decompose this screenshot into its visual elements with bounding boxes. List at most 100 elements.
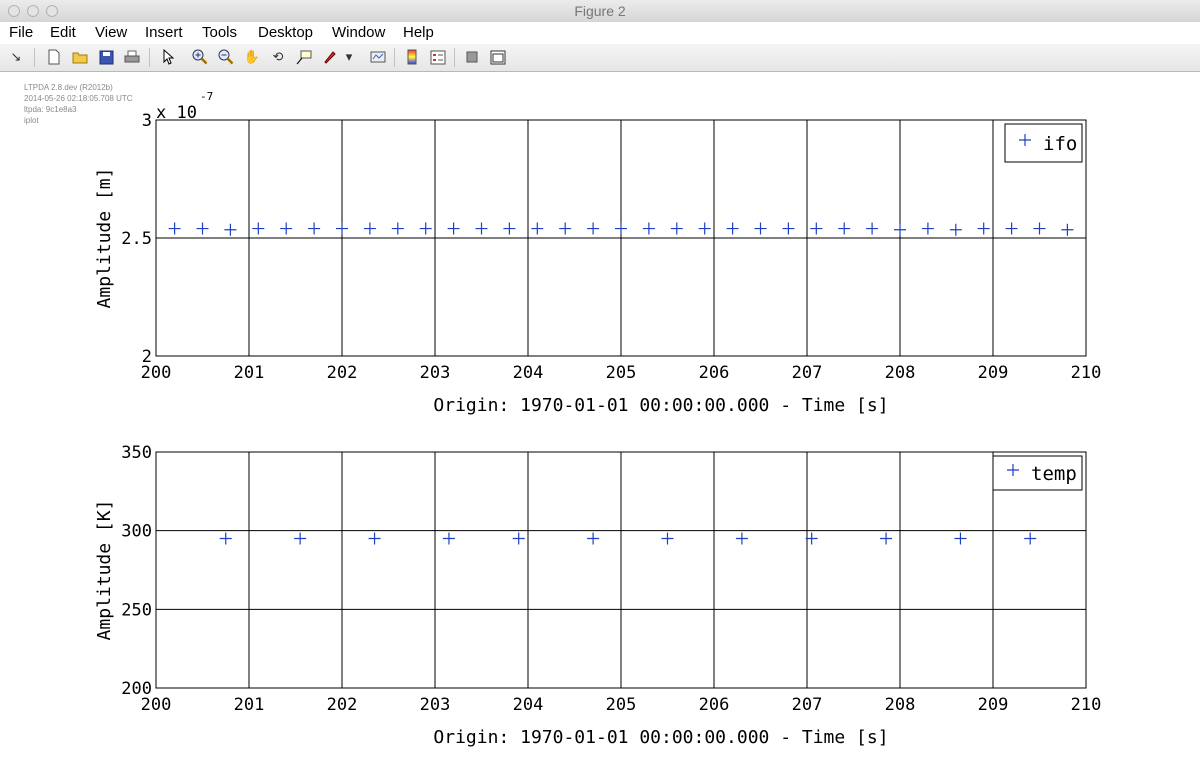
toolbar-separator (454, 48, 455, 67)
data-point-marker (894, 223, 906, 236)
x-tick-label: 203 (420, 695, 451, 715)
legend: temp (992, 455, 1083, 491)
y-tick-label: 350 (121, 443, 152, 463)
link-plot-icon[interactable] (369, 48, 387, 66)
x-tick-label: 201 (234, 695, 265, 715)
x-tick-label: 205 (606, 695, 637, 715)
data-point-marker (949, 223, 962, 236)
x-tick-label: 210 (1071, 695, 1102, 715)
data-point-marker (503, 222, 516, 235)
data-point-marker (921, 222, 934, 235)
data-point-marker (1061, 223, 1074, 236)
data-point-marker (642, 222, 655, 235)
menu-bar: File Edit View Insert Tools Desktop Wind… (0, 22, 1200, 45)
plot-axes-2: 200 201 202 203 204 205 206 207 208 209 2102002503… (94, 443, 1101, 748)
legend: ifo (1004, 123, 1083, 163)
open-file-icon[interactable] (71, 48, 89, 66)
hide-plot-tools-icon[interactable] (463, 48, 481, 66)
data-point-marker (391, 222, 404, 235)
toolbar-separator (394, 48, 395, 67)
x-tick-label: 206 (699, 695, 730, 715)
legend-label: ifo (1043, 133, 1077, 155)
data-point-marker (698, 222, 711, 235)
data-point-marker (661, 532, 674, 545)
data-point-marker (363, 222, 376, 235)
data-cursor-icon[interactable] (295, 48, 313, 66)
data-point-marker (447, 222, 460, 235)
y-tick-label: 200 (121, 679, 152, 699)
data-point-marker (336, 222, 348, 235)
zoom-out-icon[interactable] (217, 48, 235, 66)
menu-view[interactable]: View (95, 24, 127, 41)
figure-toolbar: ↘ ✋ ⟲ ▾ (0, 44, 1200, 72)
x-tick-label: 208 (885, 363, 916, 383)
data-point-marker (531, 222, 544, 235)
data-point-marker (977, 222, 990, 235)
x-tick-label: 209 (978, 695, 1009, 715)
x-tick-label: 202 (327, 695, 358, 715)
figure-canvas: LTPDA 2.8.dev (R2012b) 2014-05-26 02:18:… (0, 72, 1200, 773)
pan-hand-icon[interactable]: ✋ (243, 48, 261, 66)
data-point-marker (368, 532, 381, 545)
data-point-marker (954, 532, 967, 545)
data-point-marker (252, 222, 265, 235)
x-tick-label: 204 (513, 695, 544, 715)
menu-edit[interactable]: Edit (50, 24, 76, 41)
menu-tools[interactable]: Tools (202, 24, 237, 41)
print-icon[interactable] (123, 48, 141, 66)
data-point-marker (735, 532, 748, 545)
select-pointer-icon[interactable] (159, 48, 177, 66)
data-point-marker (1005, 222, 1018, 235)
x-tick-label: 203 (420, 363, 451, 383)
menu-file[interactable]: File (9, 24, 33, 41)
data-point-marker (1033, 222, 1046, 235)
brush-dropdown-icon[interactable]: ▾ (343, 48, 355, 66)
zoom-in-icon[interactable] (191, 48, 209, 66)
data-point-marker (224, 223, 237, 236)
y-exponent-base: x 10 (156, 103, 197, 123)
data-point-marker (219, 532, 232, 545)
data-point-marker (475, 222, 488, 235)
data-point-marker (168, 222, 181, 235)
x-tick-label: 205 (606, 363, 637, 383)
data-point-marker (587, 222, 600, 235)
window-titlebar: Figure 2 (0, 0, 1200, 23)
data-point-marker (419, 222, 432, 235)
menu-insert[interactable]: Insert (145, 24, 183, 41)
y-tick-label: 2.5 (121, 229, 152, 249)
show-plot-tools-icon[interactable] (489, 48, 507, 66)
colorbar-icon[interactable] (403, 48, 421, 66)
data-point-marker (196, 222, 209, 235)
arrow-icon[interactable]: ↘ (7, 48, 25, 66)
menu-help[interactable]: Help (403, 24, 434, 41)
plot-axes-1: 200 201 202 203 204 205 206 207 208 209 21022.53Or… (94, 90, 1101, 416)
new-figure-icon[interactable] (45, 48, 63, 66)
x-tick-label: 206 (699, 363, 730, 383)
menu-window[interactable]: Window (332, 24, 385, 41)
y-axis-label: Amplitude [K] (94, 500, 115, 641)
data-point-marker (559, 222, 572, 235)
brush-icon[interactable] (321, 48, 339, 66)
x-tick-label: 207 (792, 695, 823, 715)
x-tick-label: 202 (327, 363, 358, 383)
data-point-marker (838, 222, 851, 235)
save-icon[interactable] (97, 48, 115, 66)
data-point-marker (615, 222, 627, 235)
x-tick-label: 208 (885, 695, 916, 715)
legend-label: temp (1031, 463, 1077, 485)
data-point-marker (280, 222, 293, 235)
menu-desktop[interactable]: Desktop (258, 24, 313, 41)
y-tick-label: 2 (142, 347, 152, 367)
window-title: Figure 2 (574, 3, 626, 19)
data-point-marker (308, 222, 321, 235)
x-tick-label: 210 (1071, 363, 1102, 383)
legend-icon[interactable] (429, 48, 447, 66)
y-exponent-power: -7 (200, 90, 213, 103)
x-tick-label: 201 (234, 363, 265, 383)
x-tick-label: 209 (978, 363, 1009, 383)
x-axis-label: Origin: 1970-01-01 00:00:00.000 - Time [… (433, 727, 888, 748)
data-point-marker (294, 532, 307, 545)
toolbar-separator (34, 48, 35, 67)
data-point-marker (782, 222, 795, 235)
rotate-3d-icon[interactable]: ⟲ (269, 48, 287, 66)
